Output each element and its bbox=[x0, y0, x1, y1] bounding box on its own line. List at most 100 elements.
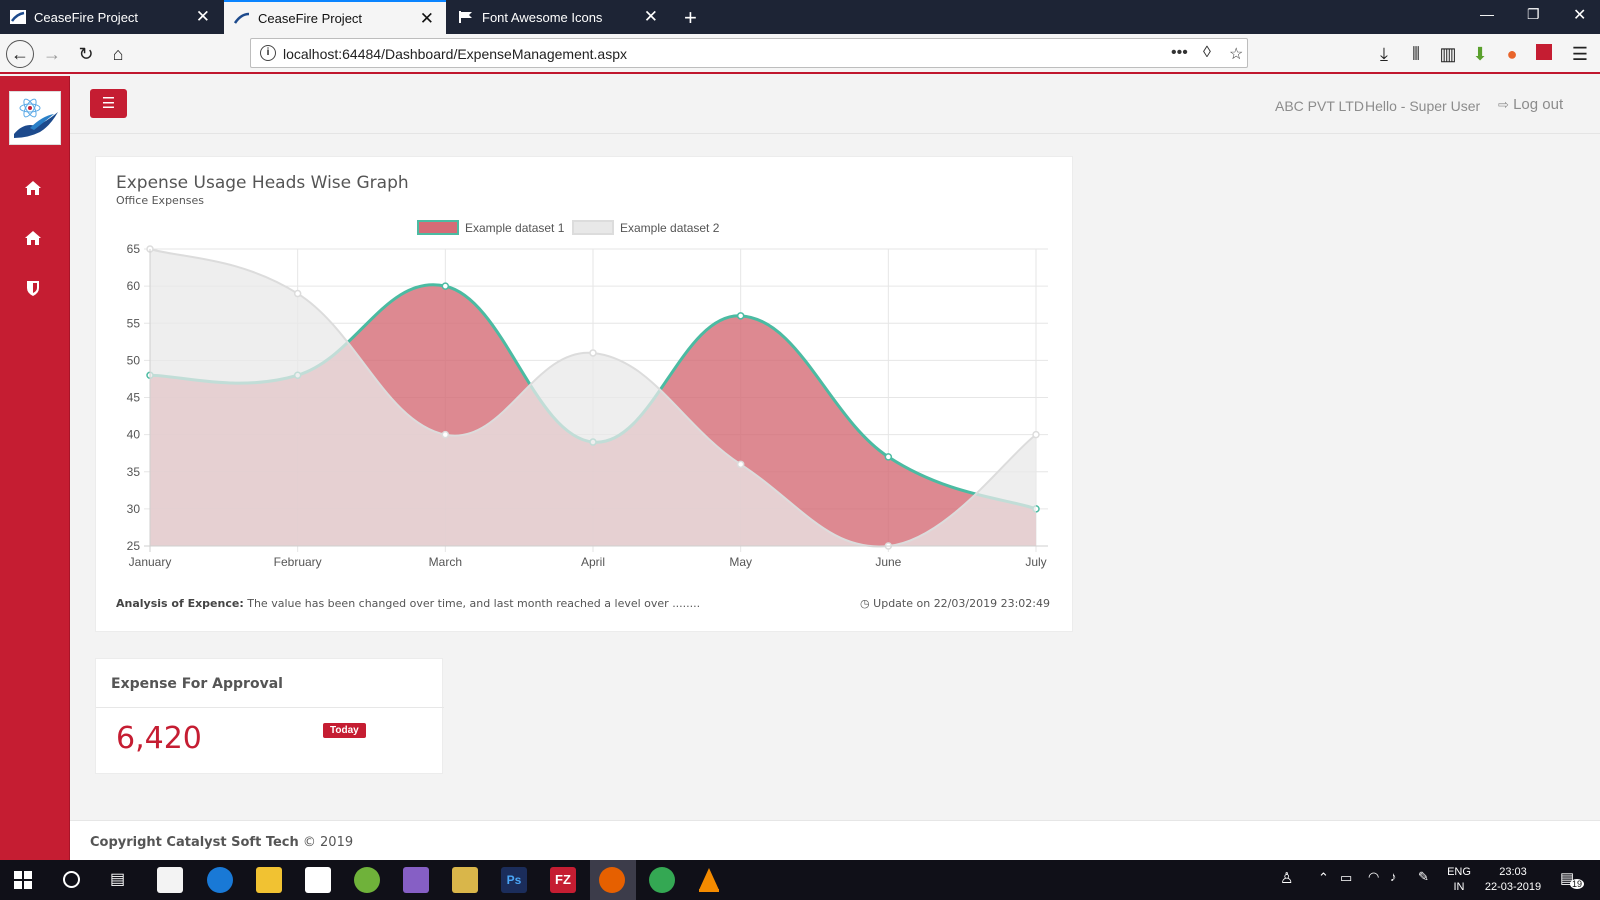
mail-icon[interactable] bbox=[305, 867, 331, 893]
top-bar: ☰ ABC PVT LTD Hello - Super User ⇨ Log o… bbox=[70, 76, 1600, 134]
people-icon[interactable]: ♙ bbox=[1280, 869, 1293, 887]
minimize-button[interactable]: — bbox=[1480, 6, 1494, 22]
vlc-icon[interactable] bbox=[697, 866, 721, 894]
data-point bbox=[441, 282, 450, 290]
y-tick-label: 30 bbox=[127, 502, 141, 516]
data-point bbox=[1032, 430, 1040, 439]
restore-button[interactable]: ❐ bbox=[1527, 6, 1540, 23]
y-tick-label: 25 bbox=[127, 539, 141, 553]
task-view-icon[interactable]: ▤ bbox=[110, 869, 125, 889]
extension-red-icon[interactable] bbox=[1530, 40, 1558, 68]
divider bbox=[96, 707, 444, 708]
logo bbox=[9, 91, 61, 145]
browser-tab[interactable]: Font Awesome Icons ✕ bbox=[448, 0, 670, 34]
approval-title: Expense For Approval bbox=[111, 676, 283, 692]
data-point bbox=[884, 453, 893, 461]
y-tick-label: 35 bbox=[127, 465, 141, 479]
menu-icon[interactable]: ☰ bbox=[1566, 40, 1594, 68]
tab-title: CeaseFire Project bbox=[258, 10, 363, 26]
more-icon[interactable]: ••• bbox=[1171, 44, 1188, 62]
expense-approval-card: Expense For Approval 6,420 Today bbox=[95, 658, 444, 774]
analysis-text: Analysis of Expence: The value has been … bbox=[116, 597, 700, 610]
company-name: ABC PVT LTD bbox=[1275, 98, 1364, 114]
y-tick-label: 60 bbox=[127, 279, 141, 293]
x-tick-label: June bbox=[875, 555, 901, 569]
home-icon[interactable] bbox=[22, 178, 44, 198]
android-studio-icon[interactable] bbox=[354, 867, 380, 893]
sidebar-icon[interactable]: ▥ bbox=[1434, 40, 1462, 68]
battery-icon[interactable]: ▭ bbox=[1340, 870, 1352, 886]
back-button[interactable]: ← bbox=[6, 40, 34, 68]
browser-tab-active[interactable]: CeaseFire Project ✕ bbox=[224, 0, 446, 34]
data-point bbox=[736, 312, 745, 320]
y-tick-label: 40 bbox=[127, 428, 141, 442]
hamburger-menu-button[interactable]: ☰ bbox=[90, 89, 127, 118]
close-icon[interactable]: ✕ bbox=[644, 8, 658, 25]
update-timestamp: ◷ Update on 22/03/2019 23:02:49 bbox=[860, 597, 1050, 610]
download-icon[interactable]: ⤓ bbox=[1370, 40, 1398, 68]
today-badge: Today bbox=[323, 723, 366, 738]
windows-taskbar: ▤ Ps FZ ♙ ⌃ ▭ ◠ ♪ ✎ ENG IN 23:03 22-03-2… bbox=[0, 860, 1600, 900]
hand-atom-logo-icon bbox=[14, 98, 58, 138]
flag-icon bbox=[459, 11, 472, 23]
x-tick-label: March bbox=[429, 555, 462, 569]
close-icon[interactable]: ✕ bbox=[196, 8, 210, 25]
time: 23:03 bbox=[1499, 866, 1527, 878]
clock[interactable]: 23:03 22-03-2019 bbox=[1478, 866, 1548, 893]
wifi-icon[interactable]: ◠ bbox=[1368, 869, 1379, 885]
pocket-icon[interactable]: ◊ bbox=[1203, 44, 1211, 62]
store-icon[interactable] bbox=[157, 867, 183, 893]
reload-button[interactable]: ↻ bbox=[72, 40, 100, 68]
sign-out-icon: ⇨ bbox=[1498, 97, 1509, 112]
extension-download-icon[interactable]: ⬇ bbox=[1466, 40, 1494, 68]
pen-icon[interactable]: ✎ bbox=[1418, 869, 1429, 885]
library-icon[interactable]: ⫴ bbox=[1402, 40, 1430, 68]
duckduckgo-icon[interactable]: ● bbox=[1498, 40, 1526, 68]
flag-icon bbox=[10, 10, 26, 24]
tab-title: CeaseFire Project bbox=[34, 9, 139, 25]
close-icon[interactable]: ✕ bbox=[420, 10, 434, 27]
chevron-up-icon[interactable]: ⌃ bbox=[1318, 870, 1329, 886]
url-bar[interactable]: i localhost:64484/Dashboard/ExpenseManag… bbox=[250, 38, 1248, 68]
area-chart: 25 30 35 40 45 50 55 60 65 January February March Ap… bbox=[127, 220, 1048, 569]
edge-icon[interactable] bbox=[207, 867, 233, 893]
legend-swatch bbox=[572, 220, 614, 235]
new-tab-button[interactable]: + bbox=[684, 5, 697, 31]
star-icon[interactable]: ☆ bbox=[1229, 44, 1243, 64]
logout-link[interactable]: ⇨ Log out bbox=[1498, 96, 1563, 113]
sidebar bbox=[0, 76, 70, 860]
y-tick-label: 55 bbox=[127, 316, 141, 330]
x-tick-label: February bbox=[274, 555, 322, 569]
info-icon[interactable]: i bbox=[260, 45, 276, 61]
x-tick-label: April bbox=[581, 555, 605, 569]
url-text: localhost:64484/Dashboard/ExpenseManagem… bbox=[283, 46, 628, 62]
volume-icon[interactable]: ♪ bbox=[1390, 869, 1397, 884]
language-indicator[interactable]: ENG IN bbox=[1444, 866, 1474, 893]
browser-tab[interactable]: CeaseFire Project ✕ bbox=[0, 0, 222, 34]
windows-start-icon[interactable] bbox=[14, 871, 32, 889]
home-button[interactable]: ⌂ bbox=[104, 40, 132, 68]
data-point bbox=[293, 289, 302, 298]
chrome-icon[interactable] bbox=[649, 867, 675, 893]
tab-title: Font Awesome Icons bbox=[482, 9, 603, 25]
clock-icon: ◷ bbox=[860, 597, 870, 610]
file-explorer-icon[interactable] bbox=[256, 867, 282, 893]
forward-button[interactable]: → bbox=[38, 40, 66, 68]
home-icon[interactable] bbox=[22, 228, 44, 248]
close-window-button[interactable]: ✕ bbox=[1573, 5, 1586, 25]
analysis-body: The value has been changed over time, an… bbox=[247, 597, 701, 610]
lang-code: ENG bbox=[1447, 866, 1471, 878]
tools-icon[interactable] bbox=[452, 867, 478, 893]
user-greeting: Hello - Super User bbox=[1365, 98, 1481, 114]
photoshop-icon[interactable]: Ps bbox=[501, 867, 527, 893]
region-code: IN bbox=[1453, 881, 1465, 893]
shield-icon[interactable] bbox=[22, 278, 44, 298]
filezilla-icon[interactable]: FZ bbox=[550, 867, 576, 893]
data-point bbox=[441, 430, 450, 439]
firefox-icon[interactable] bbox=[599, 867, 625, 893]
x-tick-label: May bbox=[729, 555, 752, 569]
notification-icon[interactable]: ▤ 19 bbox=[1560, 869, 1585, 889]
search-icon[interactable] bbox=[63, 871, 80, 888]
data-point bbox=[736, 460, 745, 469]
visual-studio-icon[interactable] bbox=[403, 867, 429, 893]
